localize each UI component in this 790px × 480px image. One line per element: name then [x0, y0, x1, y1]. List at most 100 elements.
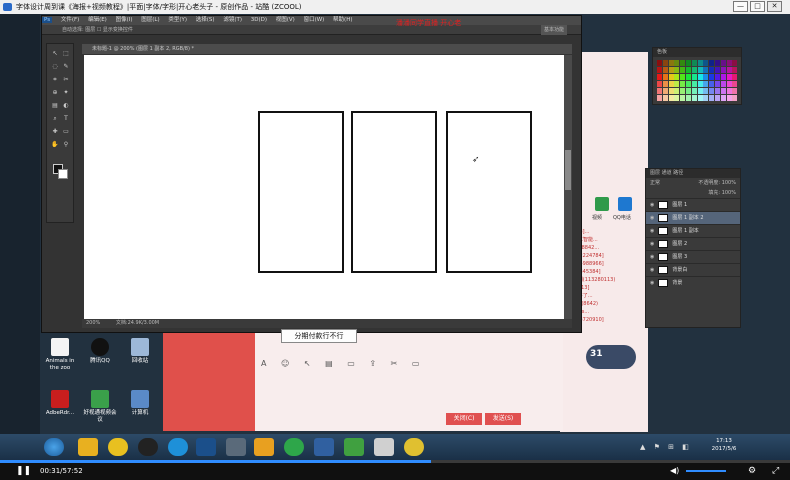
ps-tool-icon[interactable]: T [62, 115, 70, 123]
color-swatch[interactable] [715, 74, 720, 80]
workspace-select[interactable]: 基本功能 [540, 25, 567, 35]
color-swatch[interactable] [709, 88, 715, 94]
color-swatch[interactable] [674, 74, 680, 80]
color-swatch[interactable] [662, 81, 668, 87]
color-swatch[interactable] [709, 67, 715, 73]
color-swatch[interactable] [657, 88, 662, 94]
taskbar-clock[interactable]: 17:13 2017/5/6 [704, 437, 744, 453]
color-swatch[interactable] [668, 95, 674, 101]
color-swatch[interactable] [715, 60, 720, 66]
menu-layer[interactable]: 图层(L) [141, 17, 159, 23]
swatch-grid[interactable] [657, 60, 739, 102]
color-swatch[interactable] [726, 60, 732, 66]
desktop-icon-animals[interactable]: Animals in the zoo [42, 338, 78, 372]
color-swatch[interactable] [686, 74, 691, 80]
ps-tool-icon[interactable]: ✋ [51, 141, 59, 149]
color-swatch[interactable] [715, 95, 720, 101]
visibility-eye-icon[interactable]: ◉ [650, 228, 654, 234]
color-swatch[interactable] [709, 81, 715, 87]
close-button[interactable]: ✕ [767, 1, 782, 12]
color-swatch[interactable] [703, 60, 709, 66]
swatches-tab[interactable]: 色板 [653, 48, 741, 57]
color-swatch[interactable] [726, 67, 732, 73]
layer-row[interactable]: ◉ 图层 1 副本 2 [646, 211, 740, 224]
taskbar-browser-icon[interactable] [168, 438, 188, 456]
opacity-field[interactable]: 不透明度: 100% [698, 178, 740, 188]
color-swatch[interactable] [686, 88, 691, 94]
ps-tool-icon[interactable]: ▤ [51, 102, 59, 110]
menu-file[interactable]: 文件(F) [61, 17, 79, 23]
color-swatch[interactable] [720, 88, 726, 94]
color-swatch[interactable] [680, 95, 686, 101]
color-swatch[interactable] [662, 88, 668, 94]
video-progress-bar[interactable] [0, 460, 790, 463]
color-swatch[interactable] [732, 60, 738, 66]
color-swatch[interactable] [674, 88, 680, 94]
color-swatch[interactable] [657, 60, 662, 66]
desktop-icon-computer[interactable]: 计算机 [122, 390, 158, 417]
color-swatch[interactable] [709, 95, 715, 101]
color-swatch[interactable] [703, 74, 709, 80]
floating-counter-bubble[interactable]: 31 [586, 345, 636, 369]
color-swatch[interactable] [691, 67, 697, 73]
taskbar-ie-icon[interactable] [284, 438, 304, 456]
visibility-eye-icon[interactable]: ◉ [650, 202, 654, 208]
send-button[interactable]: 发送(S) [485, 413, 521, 425]
color-swatch[interactable] [691, 88, 697, 94]
background-color-swatch[interactable] [58, 169, 68, 179]
color-swatch[interactable] [668, 60, 674, 66]
color-swatch[interactable] [726, 74, 732, 80]
ps-tool-icon[interactable]: ✂ [62, 76, 70, 84]
color-swatch[interactable] [662, 60, 668, 66]
color-swatch[interactable] [674, 67, 680, 73]
color-swatch[interactable] [674, 95, 680, 101]
ps-tool-icon[interactable]: ⚲ [62, 141, 70, 149]
color-swatch[interactable] [726, 81, 732, 87]
color-swatch[interactable] [686, 95, 691, 101]
taskbar-photoshop-icon[interactable] [196, 438, 216, 456]
taskbar-app-icon[interactable] [254, 438, 274, 456]
color-swatch[interactable] [697, 74, 703, 80]
layer-row[interactable]: ◉ 背景 [646, 276, 740, 289]
color-swatch[interactable] [691, 60, 697, 66]
color-swatch[interactable] [697, 60, 703, 66]
taskbar-folder-icon[interactable] [78, 438, 98, 456]
color-swatch[interactable] [732, 67, 738, 73]
start-button-icon[interactable] [44, 438, 64, 456]
menu-window[interactable]: 窗口(W) [304, 17, 325, 23]
desktop-icon-recycle-bin[interactable]: 回收站 [122, 338, 158, 365]
tab-paths[interactable]: 路径 [673, 170, 683, 176]
ps-tool-icon[interactable]: ▭ [62, 128, 70, 136]
taskbar-app-icon[interactable] [314, 438, 334, 456]
color-swatch[interactable] [720, 67, 726, 73]
qq-phone-icon[interactable] [618, 197, 632, 211]
color-swatch[interactable] [662, 95, 668, 101]
color-swatch[interactable] [726, 88, 732, 94]
color-swatch[interactable] [715, 88, 720, 94]
layer-row[interactable]: ◉ 背景白 [646, 263, 740, 276]
visibility-eye-icon[interactable]: ◉ [650, 215, 654, 221]
visibility-eye-icon[interactable]: ◉ [650, 280, 654, 286]
maximize-button[interactable]: □ [750, 1, 765, 12]
layer-row[interactable]: ◉ 图层 1 副本 [646, 224, 740, 237]
color-swatch[interactable] [657, 81, 662, 87]
taskbar-app-icon[interactable] [374, 438, 394, 456]
color-swatch[interactable] [703, 88, 709, 94]
color-swatch[interactable] [715, 81, 720, 87]
fill-field[interactable]: 填充: 100% [646, 188, 740, 198]
menu-select[interactable]: 选择(S) [196, 17, 215, 23]
desktop-icon-qq[interactable]: 腾讯QQ [82, 338, 118, 365]
system-tray-icons[interactable]: ▲ ⚑ ⊞ ◧ [640, 443, 692, 451]
visibility-eye-icon[interactable]: ◉ [650, 254, 654, 260]
zoom-level[interactable]: 200% [86, 320, 100, 326]
layer-row[interactable]: ◉ 图层 1 [646, 198, 740, 211]
menu-help[interactable]: 帮助(H) [333, 17, 352, 23]
ps-tool-icon[interactable]: ⬚ [62, 50, 70, 58]
color-swatch[interactable] [668, 88, 674, 94]
ps-tool-icon[interactable]: ↖ [51, 50, 59, 58]
color-swatch[interactable] [709, 74, 715, 80]
tab-channels[interactable]: 通道 [662, 170, 672, 176]
color-swatch[interactable] [680, 88, 686, 94]
layer-row[interactable]: ◉ 图层 3 [646, 250, 740, 263]
color-swatch[interactable] [703, 95, 709, 101]
